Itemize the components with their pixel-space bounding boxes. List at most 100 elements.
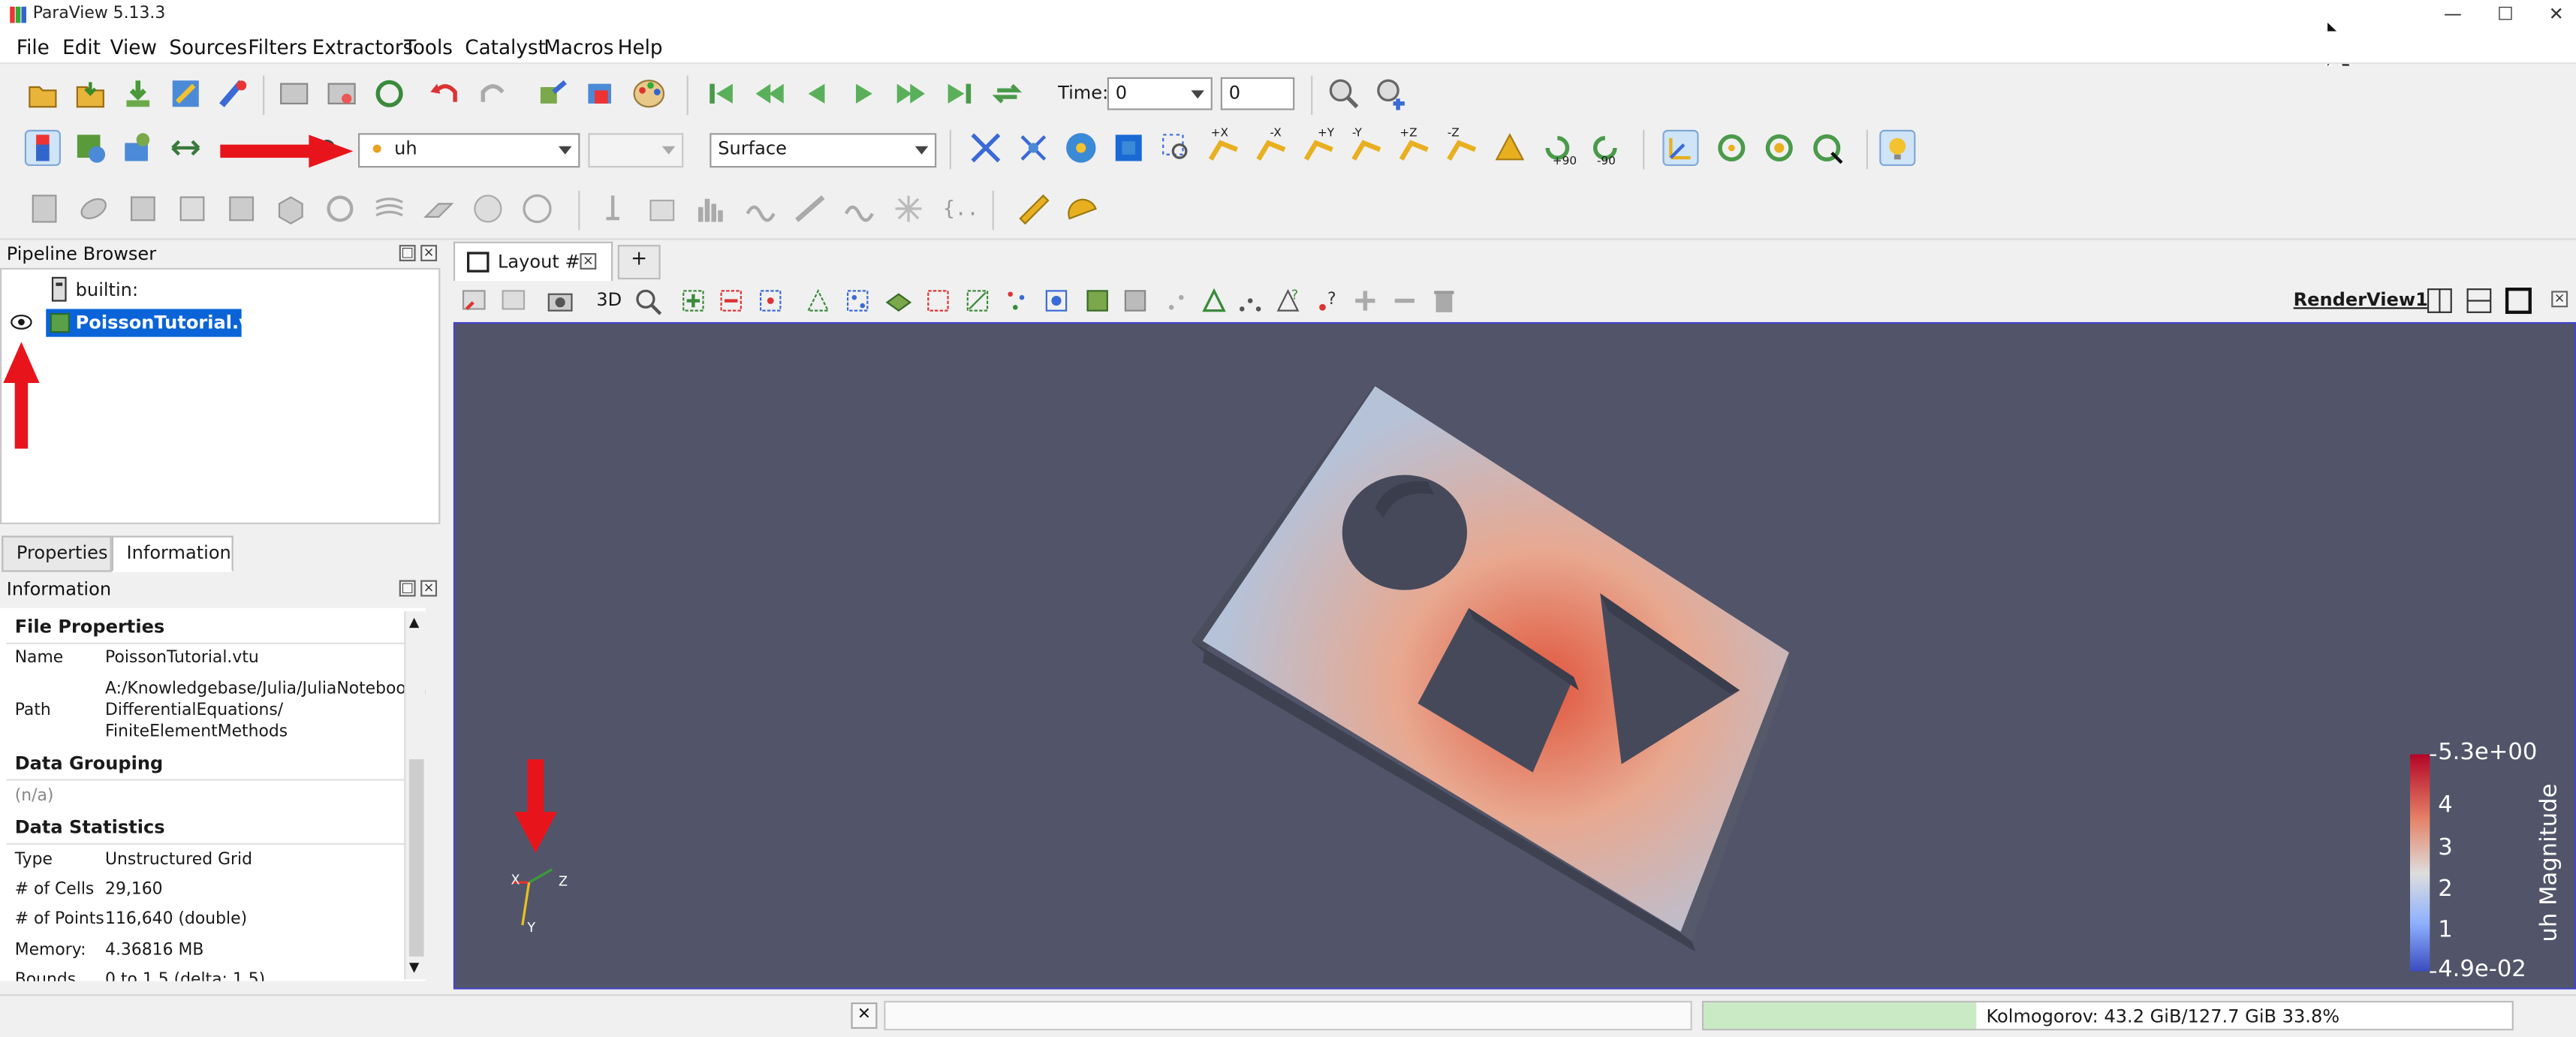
- tab-properties[interactable]: Properties: [2, 535, 112, 572]
- time-value-field[interactable]: 0: [1107, 77, 1213, 110]
- rotate-minus-90-icon[interactable]: -90: [1587, 130, 1623, 167]
- ray-traced-icon[interactable]: [890, 191, 926, 227]
- zoom-to-data-center-icon[interactable]: [1063, 130, 1099, 166]
- histogram-icon[interactable]: [693, 191, 729, 227]
- play-icon[interactable]: [846, 76, 882, 112]
- zoom-to-data-icon[interactable]: [1373, 76, 1409, 112]
- view-direction-plus-y-icon[interactable]: +Y: [1301, 127, 1337, 166]
- show-orientation-axes-icon[interactable]: [1662, 129, 1699, 167]
- select-cells-on-icon[interactable]: [803, 286, 833, 315]
- plot-selection-icon[interactable]: [792, 191, 828, 227]
- previous-frame-icon[interactable]: [751, 76, 787, 112]
- color-palette-icon[interactable]: [631, 76, 667, 112]
- calculator-icon[interactable]: [26, 191, 62, 227]
- python-calculator-icon[interactable]: {..}: [940, 191, 990, 227]
- select-block-icon[interactable]: [884, 286, 913, 315]
- menu-edit[interactable]: Edit: [62, 36, 101, 59]
- menu-filters[interactable]: Filters: [248, 36, 307, 59]
- find-data-selection-icon[interactable]: [1235, 286, 1264, 315]
- camera-redo-icon[interactable]: [582, 76, 618, 112]
- timestep-spinbox[interactable]: 0: [1220, 77, 1295, 110]
- scroll-up-icon[interactable]: ▲: [409, 615, 419, 630]
- load-state-icon[interactable]: [72, 76, 108, 112]
- find-data-icon[interactable]: [324, 76, 360, 112]
- capture-view-icon[interactable]: [460, 286, 490, 315]
- menu-tools[interactable]: Tools: [404, 36, 453, 59]
- reset-center-icon[interactable]: [1761, 130, 1797, 166]
- eye-visibility-icon[interactable]: [10, 312, 33, 332]
- contour-icon[interactable]: [76, 191, 112, 227]
- close-panel-button[interactable]: ×: [420, 245, 438, 261]
- minimize-button[interactable]: —: [2439, 3, 2466, 26]
- glyph-icon[interactable]: [322, 191, 358, 227]
- tab-information[interactable]: Information: [111, 535, 233, 572]
- deselect-cells-icon[interactable]: [716, 286, 746, 315]
- select-points-on-icon[interactable]: [843, 286, 872, 315]
- representation-dropdown[interactable]: Surface: [710, 133, 937, 168]
- float-panel-button[interactable]: □: [399, 580, 416, 597]
- extract-subset-icon[interactable]: [273, 191, 309, 227]
- python-shell-icon[interactable]: [276, 76, 312, 112]
- zoom-closest-icon[interactable]: [1110, 130, 1146, 166]
- loop-icon[interactable]: [989, 76, 1025, 112]
- scrollbar-thumb[interactable]: [408, 759, 424, 957]
- slice-icon[interactable]: [174, 191, 210, 227]
- maximize-view-icon[interactable]: [2504, 286, 2533, 315]
- play-backward-icon[interactable]: [798, 76, 834, 112]
- information-scrollbar[interactable]: ▲ ▼: [404, 611, 426, 980]
- view-direction-minus-y-icon[interactable]: -Y: [1348, 127, 1384, 166]
- plot-over-line-icon[interactable]: [644, 191, 680, 227]
- select-polygon-points-icon[interactable]: [963, 286, 992, 315]
- view-direction-minus-z-icon[interactable]: -Z: [1444, 127, 1480, 166]
- pipeline-item-poissontutorial[interactable]: PoissonTutorial.vtu: [46, 309, 272, 337]
- menu-sources[interactable]: Sources: [169, 36, 247, 59]
- render-view[interactable]: X Z Y 5.3e+00 4 3 2 1 4.9e-02 uh Magnitu…: [453, 321, 2576, 990]
- view-direction-plus-x-icon[interactable]: +X: [1206, 127, 1242, 166]
- view-direction-minus-x-icon[interactable]: -X: [1254, 127, 1290, 166]
- menu-help[interactable]: Help: [618, 36, 663, 59]
- use-separate-color-map-icon[interactable]: [120, 130, 156, 166]
- close-window-button[interactable]: ✕: [2543, 3, 2569, 26]
- select-points-icon[interactable]: [756, 286, 785, 315]
- threshold-icon[interactable]: [224, 191, 260, 227]
- toggle-color-legend-icon[interactable]: [24, 129, 61, 167]
- render-view-canvas[interactable]: [455, 324, 2574, 987]
- save-state-icon[interactable]: [120, 76, 156, 112]
- rescale-to-data-range-icon[interactable]: [167, 130, 203, 166]
- camera-parallel-icon[interactable]: [632, 286, 662, 315]
- reset-camera-icon[interactable]: [968, 130, 1004, 166]
- cancel-progress-button[interactable]: ✕: [851, 1002, 878, 1029]
- camera-undo-icon[interactable]: [534, 76, 570, 112]
- hover-cells-icon[interactable]: [1083, 286, 1112, 315]
- menu-macros[interactable]: Macros: [544, 36, 613, 59]
- shrink-selection-icon[interactable]: [1163, 286, 1192, 315]
- pipeline-root-builtin[interactable]: builtin:: [76, 279, 138, 300]
- tab-layout-1[interactable]: Layout #1 ×: [453, 241, 613, 282]
- next-frame-icon[interactable]: [893, 76, 929, 112]
- zoom-to-box-icon[interactable]: [1158, 130, 1195, 166]
- disconnect-icon[interactable]: [215, 76, 252, 112]
- menu-extractors[interactable]: Extractors: [312, 36, 414, 59]
- maximize-button[interactable]: ☐: [2492, 3, 2518, 26]
- menu-catalyst[interactable]: Catalyst: [465, 36, 546, 59]
- split-horizontal-icon[interactable]: [2425, 286, 2454, 315]
- plot-over-time-icon[interactable]: [841, 191, 877, 227]
- warp-by-vector-icon[interactable]: [420, 191, 456, 227]
- camera-icon[interactable]: [545, 286, 574, 315]
- float-panel-button[interactable]: □: [399, 245, 416, 261]
- reset-camera-closest-icon[interactable]: [1015, 130, 1051, 166]
- interactive-select-cells-icon[interactable]: [1002, 286, 1032, 315]
- hover-points-icon[interactable]: [1041, 286, 1071, 315]
- undo-icon[interactable]: [427, 76, 463, 112]
- split-vertical-icon[interactable]: [2464, 286, 2493, 315]
- scroll-down-icon[interactable]: ▼: [409, 960, 419, 975]
- clear-selection-icon[interactable]: [1430, 286, 1459, 315]
- add-layout-tab-button[interactable]: +: [617, 245, 661, 280]
- rotate-plus-90-icon[interactable]: +90: [1539, 130, 1577, 167]
- extract-selection-icon[interactable]: [1199, 286, 1228, 315]
- probe-location-icon[interactable]: [595, 191, 631, 227]
- view-direction-plus-z-icon[interactable]: +Z: [1396, 127, 1433, 166]
- grow-selection-icon[interactable]: [1120, 286, 1149, 315]
- redo-icon[interactable]: [475, 76, 511, 112]
- connect-icon[interactable]: [167, 76, 203, 112]
